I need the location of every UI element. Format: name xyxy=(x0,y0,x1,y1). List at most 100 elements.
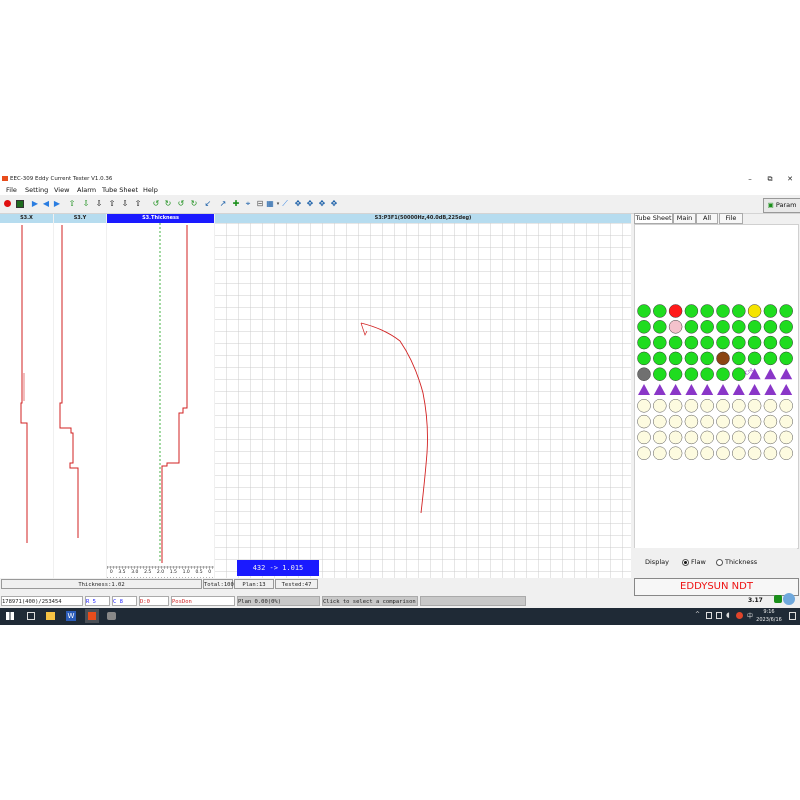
menu-view[interactable]: View xyxy=(54,185,69,195)
tube-cell[interactable] xyxy=(684,430,699,445)
rotate-left2-icon[interactable]: ↺ xyxy=(177,200,185,208)
channel-y-strip[interactable] xyxy=(54,223,106,578)
back-icon[interactable]: ◀ xyxy=(42,200,50,208)
tube-cell[interactable] xyxy=(684,304,699,318)
tube-cell[interactable] xyxy=(732,446,746,460)
volume-icon[interactable]: ◖ xyxy=(726,611,730,619)
tube-cell[interactable] xyxy=(764,384,777,395)
app-icon-taskbar[interactable] xyxy=(107,612,116,620)
rotate-right-icon[interactable]: ↻ xyxy=(164,200,172,208)
tube-sheet-panel[interactable]: Cnt xyxy=(634,224,799,549)
tube-cell[interactable] xyxy=(653,399,667,413)
up-icon[interactable]: ⇧ xyxy=(108,200,116,208)
param-button[interactable]: ▣ Param xyxy=(763,198,800,213)
lissajous-plot[interactable]: 432 -> 1.015 xyxy=(215,223,631,578)
tube-cell[interactable] xyxy=(637,304,651,318)
tube-cell[interactable] xyxy=(700,351,714,366)
tube-cell[interactable] xyxy=(747,399,762,413)
up-green-icon[interactable]: ⇧ xyxy=(68,200,76,208)
tube-cell[interactable] xyxy=(653,446,667,460)
move-up-icon[interactable]: ✥ xyxy=(318,200,326,208)
rotate-right2-icon[interactable]: ↻ xyxy=(190,200,198,208)
tube-cell[interactable] xyxy=(779,414,793,429)
tube-sheet-map[interactable] xyxy=(635,225,798,548)
tube-cell[interactable] xyxy=(732,351,746,366)
tube-cell[interactable] xyxy=(700,446,714,460)
channel-x-header[interactable]: S3.X xyxy=(0,214,53,223)
tube-cell[interactable] xyxy=(684,335,699,350)
channel-x-strip[interactable] xyxy=(0,223,53,578)
tube-cell[interactable] xyxy=(668,351,683,366)
start-icon[interactable] xyxy=(6,612,14,620)
tube-cell[interactable] xyxy=(780,384,793,395)
ruler-icon[interactable]: ⊟ xyxy=(256,200,264,208)
chart-icon[interactable]: ⟋ xyxy=(281,200,289,208)
tube-cell[interactable] xyxy=(637,414,651,429)
tab-tube-sheet[interactable]: Tube Sheet xyxy=(634,213,673,224)
tube-cell[interactable] xyxy=(684,414,699,429)
tube-cell[interactable] xyxy=(684,367,699,381)
tube-cell[interactable] xyxy=(732,384,745,395)
tube-cell[interactable] xyxy=(763,430,778,445)
tube-cell[interactable] xyxy=(700,304,714,318)
move-horizontal-icon[interactable]: ✥ xyxy=(294,200,302,208)
channel-thickness-header[interactable]: S3.Thickness xyxy=(107,214,214,223)
tube-cell[interactable] xyxy=(747,414,762,429)
channel-y-header[interactable]: S3.Y xyxy=(54,214,106,223)
thickness-option-label[interactable]: Thickness xyxy=(725,558,757,566)
task-view-icon[interactable] xyxy=(27,612,35,620)
tube-cell[interactable] xyxy=(779,335,793,350)
tube-cell[interactable] xyxy=(779,430,793,445)
file-explorer-icon[interactable] xyxy=(46,612,55,620)
tube-cell[interactable] xyxy=(779,446,793,460)
tube-cell[interactable] xyxy=(763,446,778,460)
tube-cell[interactable] xyxy=(779,304,793,318)
tube-cell[interactable] xyxy=(668,367,683,381)
tube-cell[interactable] xyxy=(716,414,730,429)
tube-cell[interactable] xyxy=(653,367,667,381)
tube-cell[interactable] xyxy=(732,430,746,445)
tube-cell[interactable] xyxy=(637,351,651,366)
tube-cell[interactable] xyxy=(653,430,667,445)
tube-cell[interactable] xyxy=(748,384,761,395)
tube-cell[interactable] xyxy=(653,414,667,429)
tube-cell[interactable] xyxy=(668,304,683,318)
clock-time[interactable]: 9:16 xyxy=(755,608,783,616)
restore-button[interactable]: ⧉ xyxy=(763,174,777,184)
active-app-button[interactable] xyxy=(85,609,99,623)
tube-cell[interactable] xyxy=(747,446,762,460)
tube-cell[interactable] xyxy=(763,320,778,334)
menu-setting[interactable]: Setting xyxy=(25,185,48,195)
expand-icon[interactable]: ↗ xyxy=(219,200,227,208)
tube-cell[interactable] xyxy=(700,414,714,429)
tray-icon-1[interactable] xyxy=(706,612,712,619)
thickness-radio[interactable] xyxy=(716,559,723,566)
tube-cell[interactable] xyxy=(637,335,651,350)
tube-cell[interactable] xyxy=(638,384,650,395)
play-icon[interactable]: ▶ xyxy=(31,200,39,208)
word-icon[interactable]: W xyxy=(66,611,76,621)
shrink-icon[interactable]: ↙ xyxy=(204,200,212,208)
cross-icon[interactable]: ✚ xyxy=(232,200,240,208)
tray-chevron-icon[interactable]: ^ xyxy=(695,611,700,618)
tube-cell[interactable] xyxy=(637,399,651,413)
tab-all[interactable]: All xyxy=(696,213,718,224)
tube-cell[interactable] xyxy=(716,351,730,366)
tube-cell[interactable] xyxy=(684,320,699,334)
tube-cell[interactable] xyxy=(732,335,746,350)
menu-file[interactable]: File xyxy=(6,185,17,195)
up2-icon[interactable]: ⇧ xyxy=(134,200,142,208)
tube-cell[interactable] xyxy=(763,399,778,413)
tube-cell[interactable] xyxy=(747,320,762,334)
tube-cell[interactable] xyxy=(763,351,778,366)
move-all-icon[interactable]: ✥ xyxy=(330,200,338,208)
tube-cell[interactable] xyxy=(684,446,699,460)
tube-cell[interactable] xyxy=(716,304,730,318)
tube-cell[interactable] xyxy=(732,414,746,429)
tube-cell[interactable] xyxy=(700,367,714,381)
tube-cell[interactable] xyxy=(763,414,778,429)
tray-icon-2[interactable] xyxy=(716,612,722,619)
tube-cell[interactable] xyxy=(637,446,651,460)
tab-file[interactable]: File xyxy=(719,213,743,224)
clock-date[interactable]: 2023/6/16 xyxy=(752,616,786,624)
